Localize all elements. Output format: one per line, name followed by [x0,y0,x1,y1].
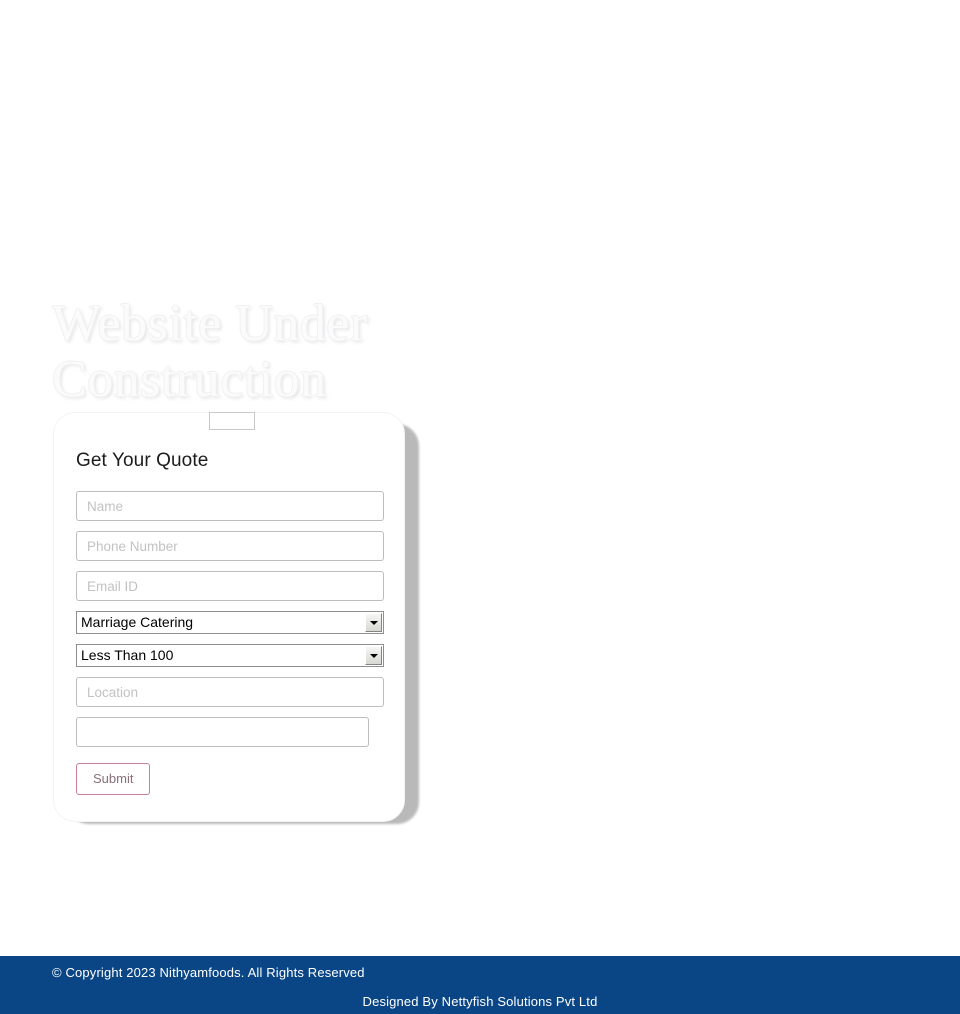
broken-image-icon [209,412,255,430]
footer-copyright-text: © Copyright 2023 Nithyamfoods. All Right… [52,965,365,980]
quote-form-card: Get Your Quote Marriage Catering [53,412,405,822]
event-type-select[interactable]: Marriage Catering [76,611,384,634]
hero-section: Website Under Construction [52,296,672,408]
event-type-select-wrapper: Marriage Catering [76,611,384,634]
page-root: Website Under Construction Get Your Quot… [0,0,960,1014]
field-message [76,717,382,747]
footer-credit-text: Designed By Nettyfish Solutions Pvt Ltd [362,994,598,1009]
guest-count-select-wrapper: Less Than 100 [76,644,384,667]
message-input[interactable] [76,717,369,747]
guest-count-select[interactable]: Less Than 100 [76,644,384,667]
submit-button[interactable]: Submit [76,763,151,795]
site-footer: © Copyright 2023 Nithyamfoods. All Right… [0,956,960,1014]
quote-form-heading: Get Your Quote [76,450,209,471]
field-phone-number [76,531,384,561]
quote-card-wrapper: Get Your Quote Marriage Catering [53,412,419,824]
field-guest-count: Less Than 100 [76,644,384,667]
phone-number-input[interactable] [76,531,384,561]
field-location [76,677,384,707]
page-title: Website Under Construction [52,295,368,408]
location-input[interactable] [76,677,384,707]
field-email-id [76,571,384,601]
field-event-type: Marriage Catering [76,611,384,634]
name-input[interactable] [76,491,384,521]
email-input[interactable] [76,571,384,601]
field-name [76,491,384,521]
